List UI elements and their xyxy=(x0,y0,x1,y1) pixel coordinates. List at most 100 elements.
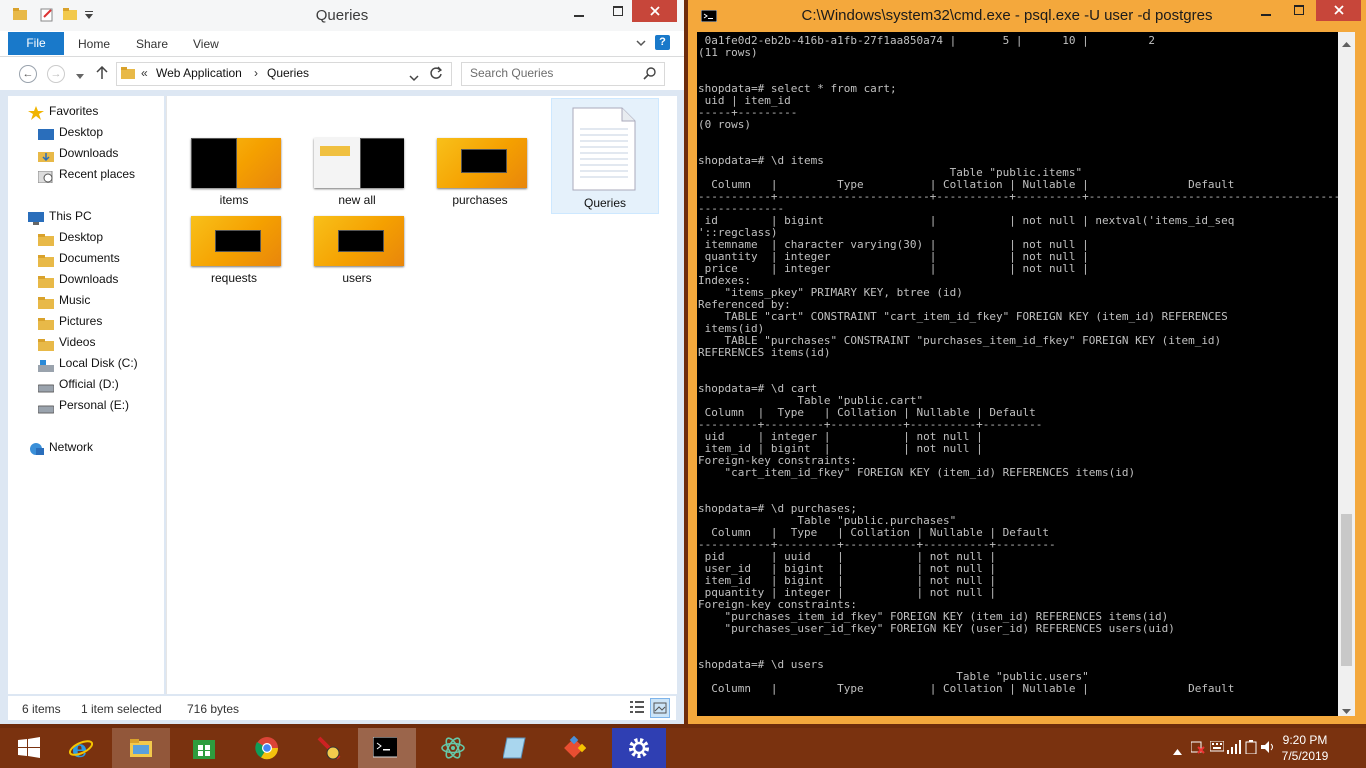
search-input[interactable]: Search Queries xyxy=(470,66,553,80)
explorer-title-bar[interactable]: Queries xyxy=(0,0,684,32)
expand-ribbon-icon[interactable] xyxy=(636,37,646,51)
desktop-icon xyxy=(38,127,54,140)
scrollbar-thumb[interactable] xyxy=(1341,514,1352,666)
notepad-icon xyxy=(503,737,526,759)
maximize-button[interactable] xyxy=(605,0,631,22)
address-bar[interactable]: « Web Application › Queries xyxy=(116,62,452,86)
keyboard-icon[interactable] xyxy=(1209,740,1225,756)
file-users[interactable]: users xyxy=(304,174,410,289)
nav-pc-desktop[interactable]: Desktop xyxy=(38,227,103,247)
network-status-icon[interactable] xyxy=(1227,740,1241,757)
refresh-icon[interactable] xyxy=(429,66,443,83)
nav-label: Recent places xyxy=(59,167,136,181)
console-output[interactable]: 0a1fe0d2-eb2b-416b-a1fb-27f1aa850a74 | 5… xyxy=(697,32,1338,716)
taskbar-command-prompt[interactable] xyxy=(358,728,416,768)
tab-view[interactable]: View xyxy=(193,37,219,51)
search-icon[interactable] xyxy=(643,66,657,83)
show-hidden-icons-icon[interactable] xyxy=(1173,744,1182,758)
computer-icon xyxy=(28,211,44,225)
help-icon[interactable]: ? xyxy=(655,35,670,50)
scroll-down-icon[interactable] xyxy=(1342,704,1351,718)
selection-info: 1 item selected xyxy=(81,702,162,716)
svg-text:e: e xyxy=(72,736,87,760)
folder-icon xyxy=(38,274,54,288)
nav-favorites-desktop[interactable]: Desktop xyxy=(38,122,103,142)
forward-button[interactable]: → xyxy=(47,65,65,83)
nav-label: This PC xyxy=(49,209,92,223)
back-button[interactable]: ← xyxy=(19,65,37,83)
console-scrollbar[interactable] xyxy=(1338,32,1355,716)
file-purchases[interactable]: purchases xyxy=(427,96,533,211)
scroll-up-icon[interactable] xyxy=(1342,37,1351,51)
large-icons-view-icon[interactable] xyxy=(650,698,670,718)
folder-icon xyxy=(38,337,54,351)
nav-local-disk-c[interactable]: Local Disk (C:) xyxy=(38,353,138,373)
nav-network[interactable]: Network xyxy=(28,437,93,457)
nav-pc-documents[interactable]: Documents xyxy=(38,248,120,268)
cmd-minimize-button[interactable] xyxy=(1253,0,1279,21)
nav-pc-music[interactable]: Music xyxy=(38,290,90,310)
taskbar-filezilla[interactable] xyxy=(300,728,358,768)
breadcrumb-overflow[interactable]: « xyxy=(141,66,148,80)
tab-file[interactable]: File xyxy=(8,32,64,55)
taskbar-settings[interactable] xyxy=(612,728,666,768)
nav-pc-pictures[interactable]: Pictures xyxy=(38,311,102,331)
clock-time[interactable]: 9:20 PM xyxy=(1270,733,1340,747)
filezilla-icon xyxy=(317,736,341,760)
file-name: purchases xyxy=(452,193,508,207)
address-dropdown-icon[interactable] xyxy=(409,71,419,85)
console-icon xyxy=(700,9,718,25)
start-button[interactable] xyxy=(0,728,58,768)
tab-home[interactable]: Home xyxy=(78,37,110,51)
internet-explorer-icon: e xyxy=(69,736,93,760)
drive-icon xyxy=(37,379,55,393)
up-button[interactable] xyxy=(96,65,108,83)
nav-pc-videos[interactable]: Videos xyxy=(38,332,95,352)
nav-favorites-downloads[interactable]: Downloads xyxy=(38,143,118,163)
nav-label: Personal (E:) xyxy=(59,398,130,412)
cmd-title-bar[interactable]: C:\Windows\system32\cmd.exe - psql.exe -… xyxy=(688,0,1366,32)
nav-personal-e[interactable]: Personal (E:) xyxy=(37,395,130,415)
text-document-icon xyxy=(572,107,636,191)
taskbar-chrome[interactable] xyxy=(238,728,296,768)
cmd-window-title: C:\Windows\system32\cmd.exe - psql.exe -… xyxy=(801,7,1213,24)
nav-official-d[interactable]: Official (D:) xyxy=(37,374,119,394)
power-icon[interactable] xyxy=(1245,740,1257,757)
file-thumbnail xyxy=(314,216,404,266)
cmd-maximize-button[interactable] xyxy=(1286,0,1312,21)
file-explorer-icon xyxy=(130,739,152,757)
tab-share[interactable]: Share xyxy=(136,37,168,51)
taskbar-internet-explorer[interactable]: e xyxy=(52,728,110,768)
file-name: Queries xyxy=(583,196,627,210)
network-icon xyxy=(28,442,44,455)
search-box[interactable]: Search Queries xyxy=(461,62,665,86)
minimize-button[interactable] xyxy=(566,0,592,22)
close-button[interactable] xyxy=(632,0,677,22)
clock-date[interactable]: 7/5/2019 xyxy=(1270,749,1340,763)
nav-label: Official (D:) xyxy=(59,377,119,391)
breadcrumb-queries[interactable]: Queries xyxy=(267,66,309,80)
folder-icon xyxy=(38,316,54,330)
nav-pc-downloads[interactable]: Downloads xyxy=(38,269,118,289)
cmd-close-button[interactable] xyxy=(1316,0,1361,21)
taskbar-notepad[interactable] xyxy=(486,728,544,768)
recent-locations-icon[interactable] xyxy=(76,69,84,83)
action-center-icon[interactable] xyxy=(1190,740,1205,757)
details-view-icon[interactable] xyxy=(630,701,644,716)
nav-this-pc[interactable]: This PC xyxy=(28,206,92,226)
file-name: users xyxy=(342,271,372,285)
taskbar-store[interactable] xyxy=(175,728,233,768)
file-requests[interactable]: requests xyxy=(181,174,287,289)
file-queries[interactable]: Queries xyxy=(551,98,659,214)
taskbar-atom[interactable] xyxy=(424,728,482,768)
breadcrumb-web-application[interactable]: Web Application xyxy=(156,66,242,80)
command-prompt-window: C:\Windows\system32\cmd.exe - psql.exe -… xyxy=(688,0,1366,724)
breadcrumb-separator-icon: › xyxy=(254,66,258,80)
nav-recent-places[interactable]: Recent places xyxy=(37,164,136,184)
atom-icon xyxy=(441,737,465,759)
nav-label: Favorites xyxy=(49,104,99,118)
nav-favorites[interactable]: Favorites xyxy=(28,101,98,121)
nav-label: Pictures xyxy=(59,314,103,328)
taskbar-git[interactable] xyxy=(545,728,603,768)
taskbar-file-explorer[interactable] xyxy=(112,728,170,768)
